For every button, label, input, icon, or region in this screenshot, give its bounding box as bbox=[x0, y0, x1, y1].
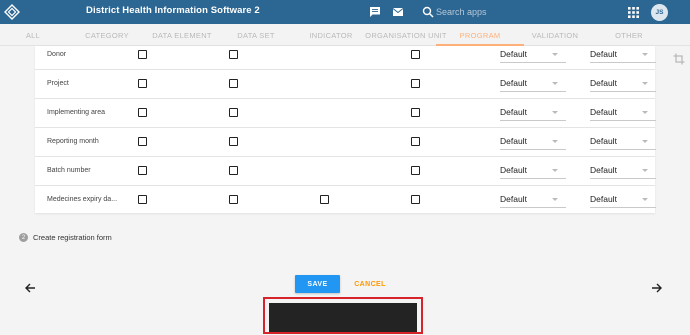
checkbox[interactable] bbox=[229, 79, 238, 88]
forward-arrow-icon[interactable] bbox=[651, 282, 663, 294]
email-icon[interactable] bbox=[392, 6, 404, 18]
search-bar[interactable] bbox=[420, 2, 610, 22]
checkbox[interactable] bbox=[411, 108, 420, 117]
app-header: District Health Information Software 2 J… bbox=[0, 0, 690, 24]
dropdown-arrow-icon bbox=[552, 198, 558, 201]
category-combo-select[interactable]: Default bbox=[500, 134, 566, 150]
category-combo-select[interactable]: Default bbox=[590, 163, 656, 179]
dhis2-logo-icon[interactable] bbox=[4, 4, 20, 20]
row-label: Project bbox=[47, 80, 69, 87]
app-title: District Health Information Software 2 bbox=[86, 5, 260, 16]
checkbox[interactable] bbox=[320, 195, 329, 204]
category-combo-select[interactable]: Default bbox=[590, 192, 656, 208]
checkbox[interactable] bbox=[138, 79, 147, 88]
tab-category[interactable]: CATEGORY bbox=[85, 31, 129, 40]
user-avatar[interactable]: JS bbox=[651, 4, 668, 21]
tab-program[interactable]: PROGRAM bbox=[460, 31, 501, 40]
checkbox[interactable] bbox=[229, 50, 238, 59]
step-number: 2 bbox=[19, 233, 28, 242]
dropdown-arrow-icon bbox=[642, 111, 648, 114]
category-combo-select[interactable]: Default bbox=[590, 134, 656, 150]
table-row: Project Default Default bbox=[35, 70, 656, 99]
apps-grid-icon[interactable] bbox=[628, 7, 639, 18]
category-combo-select[interactable]: Default bbox=[500, 163, 566, 179]
category-combo-select[interactable]: Default bbox=[590, 105, 656, 121]
checkbox[interactable] bbox=[411, 79, 420, 88]
checkbox[interactable] bbox=[229, 137, 238, 146]
dropdown-arrow-icon bbox=[552, 140, 558, 143]
row-label: Donor bbox=[47, 51, 67, 58]
dropdown-arrow-icon bbox=[642, 169, 648, 172]
checkbox[interactable] bbox=[138, 108, 147, 117]
attributes-table: Donor Default Default Project Default De… bbox=[35, 46, 656, 215]
dropdown-arrow-icon bbox=[552, 111, 558, 114]
category-combo-select[interactable]: Default bbox=[500, 76, 566, 92]
category-combo-select[interactable]: Default bbox=[500, 192, 566, 208]
row-label: Reporting month bbox=[47, 138, 99, 145]
tab-organisation-unit[interactable]: ORGANISATION UNIT bbox=[365, 31, 447, 40]
table-row: Donor Default Default bbox=[35, 41, 656, 70]
step-label[interactable]: Create registration form bbox=[33, 233, 112, 242]
search-icon bbox=[422, 6, 434, 18]
row-label: Medecines expiry da... bbox=[47, 196, 118, 203]
tab-other[interactable]: OTHER bbox=[615, 31, 643, 40]
checkbox[interactable] bbox=[138, 195, 147, 204]
back-arrow-icon[interactable] bbox=[24, 282, 36, 294]
checkbox[interactable] bbox=[411, 166, 420, 175]
dropdown-arrow-icon bbox=[552, 53, 558, 56]
checkbox[interactable] bbox=[138, 50, 147, 59]
checkbox[interactable] bbox=[138, 166, 147, 175]
checkbox[interactable] bbox=[229, 108, 238, 117]
dropdown-arrow-icon bbox=[642, 140, 648, 143]
checkbox[interactable] bbox=[229, 166, 238, 175]
dropdown-arrow-icon bbox=[642, 53, 648, 56]
dropdown-arrow-icon bbox=[642, 198, 648, 201]
checkbox[interactable] bbox=[138, 137, 147, 146]
row-label: Batch number bbox=[47, 167, 91, 174]
category-combo-select[interactable]: Default bbox=[500, 105, 566, 121]
table-row: Implementing area Default Default bbox=[35, 99, 656, 128]
dropdown-arrow-icon bbox=[552, 169, 558, 172]
category-combo-select[interactable]: Default bbox=[590, 47, 656, 63]
table-row: Medecines expiry da... Default Default bbox=[35, 186, 656, 215]
save-button[interactable]: SAVE bbox=[295, 275, 340, 293]
checkbox[interactable] bbox=[411, 50, 420, 59]
checkbox[interactable] bbox=[411, 137, 420, 146]
messages-icon[interactable] bbox=[369, 6, 381, 18]
row-label: Implementing area bbox=[47, 109, 105, 116]
tab-data-set[interactable]: DATA SET bbox=[237, 31, 275, 40]
dropdown-arrow-icon bbox=[642, 82, 648, 85]
checkbox[interactable] bbox=[411, 195, 420, 204]
tab-indicator[interactable]: INDICATOR bbox=[309, 31, 352, 40]
table-row: Batch number Default Default bbox=[35, 157, 656, 186]
category-combo-select[interactable]: Default bbox=[500, 47, 566, 63]
tab-all[interactable]: ALL bbox=[26, 31, 40, 40]
search-input[interactable] bbox=[436, 4, 606, 20]
tab-data-element[interactable]: DATA ELEMENT bbox=[152, 31, 212, 40]
cancel-button[interactable]: CANCEL bbox=[348, 275, 392, 293]
crop-icon[interactable] bbox=[673, 53, 685, 65]
table-row: Reporting month Default Default bbox=[35, 128, 656, 157]
category-combo-select[interactable]: Default bbox=[590, 76, 656, 92]
snackbar bbox=[269, 303, 417, 332]
dropdown-arrow-icon bbox=[552, 82, 558, 85]
tab-validation[interactable]: VALIDATION bbox=[532, 31, 578, 40]
checkbox[interactable] bbox=[229, 195, 238, 204]
